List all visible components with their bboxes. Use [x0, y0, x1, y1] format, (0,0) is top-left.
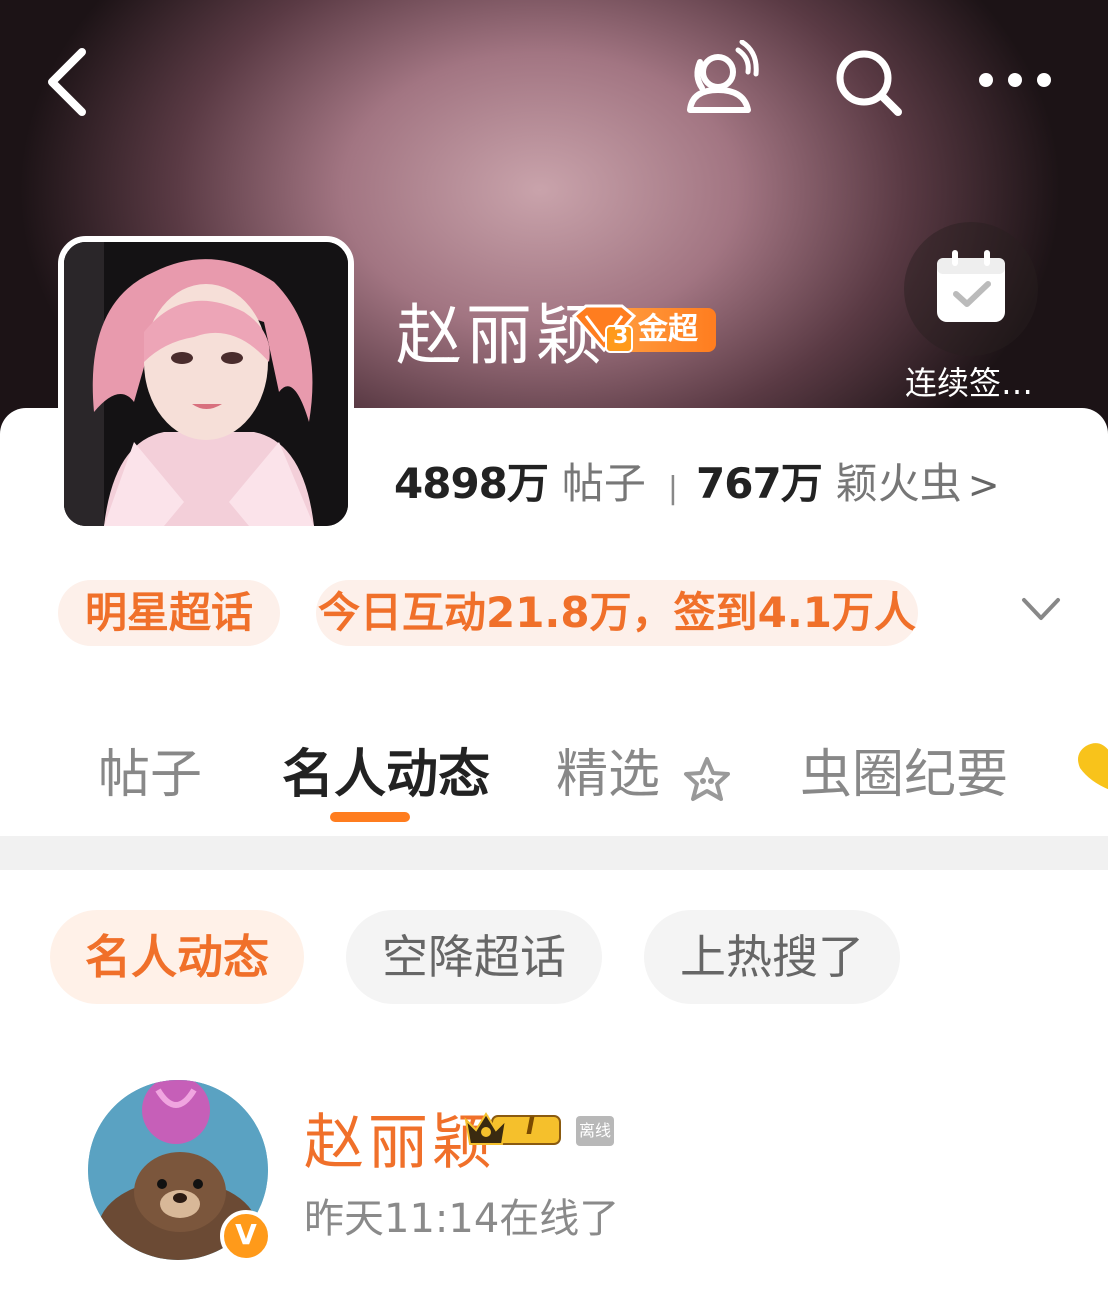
stats-row[interactable]: 4898万 帖子 | 767万 颖火虫 > — [394, 450, 1000, 511]
tab-featured-label: 精选 — [556, 745, 661, 805]
today-stats-pill[interactable]: 今日互动21.8万，签到4.1万人 — [316, 580, 918, 646]
fans-group-button[interactable] — [680, 39, 760, 120]
tab-heart[interactable] — [1070, 738, 1108, 803]
fans-count: 767万 — [696, 459, 823, 508]
verified-badge: V — [220, 1210, 272, 1262]
more-button[interactable] — [970, 50, 1060, 110]
gold-super-badge[interactable]: 3 金超 — [570, 302, 720, 354]
filter-chip-celebrity-news[interactable]: 名人动态 — [50, 910, 304, 1004]
tab-featured[interactable]: 精选 — [556, 732, 733, 807]
back-button[interactable] — [40, 44, 100, 120]
search-icon — [836, 50, 902, 116]
chevron-left-icon — [48, 48, 86, 116]
badge-level: 3 — [613, 324, 629, 349]
tab-summary[interactable]: 虫圈纪要 — [800, 732, 1008, 807]
category-pill[interactable]: 明星超话 — [58, 580, 280, 646]
tab-celebrity-news[interactable]: 名人动态 — [282, 732, 490, 807]
tab-bar: 帖子 名人动态 精选 虫圈纪要 — [0, 720, 1108, 830]
rank-label: I — [526, 1112, 535, 1140]
more-dots-icon — [979, 73, 1051, 87]
tab-posts[interactable]: 帖子 — [98, 732, 202, 807]
fans-label: 颖火虫 — [835, 459, 962, 508]
filter-chip-drop-in[interactable]: 空降超话 — [346, 910, 602, 1004]
section-divider — [0, 836, 1108, 870]
crown-rank-icon — [464, 1112, 561, 1145]
online-status: 昨天11:14在线了 — [304, 1196, 620, 1242]
search-button[interactable] — [830, 44, 910, 120]
calendar-check-icon — [937, 250, 1005, 322]
chevron-down-icon — [1022, 598, 1060, 620]
stats-separator: | — [667, 471, 679, 506]
star-avatar[interactable] — [58, 236, 354, 532]
checkin-label: 连续签… — [905, 364, 1034, 402]
active-tab-indicator — [330, 812, 410, 822]
expand-button[interactable] — [1016, 590, 1066, 630]
star-pick-icon — [683, 756, 730, 801]
posts-label: 帖子 — [561, 459, 646, 508]
avatar-portrait-image — [64, 242, 348, 526]
diamond-level-icon — [571, 304, 637, 353]
filter-chip-trending[interactable]: 上热搜了 — [644, 910, 900, 1004]
checkin-button[interactable] — [904, 222, 1038, 356]
yellow-heart-icon — [1078, 743, 1108, 790]
posts-count: 4898万 — [394, 459, 549, 508]
people-broadcast-icon — [687, 39, 759, 113]
offline-badge: 离线 — [576, 1116, 614, 1146]
chevron-right-icon: > — [967, 463, 1000, 507]
